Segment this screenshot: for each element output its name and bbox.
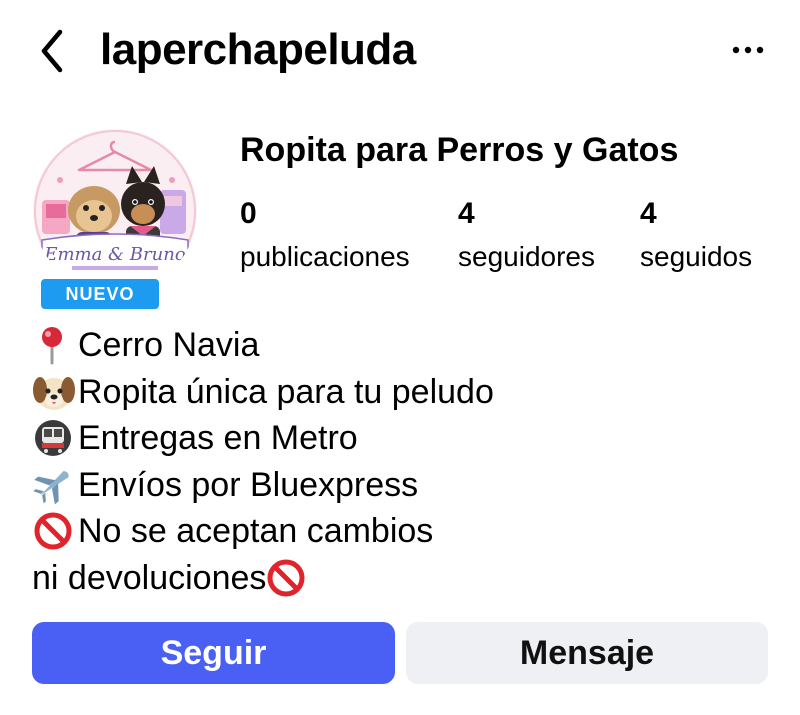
back-button[interactable]	[30, 26, 76, 76]
following-count: 4	[640, 197, 657, 230]
posts-stat[interactable]: 0 publicaciones	[240, 196, 410, 274]
bio-line-tagline: Ropita única para tu peludo	[32, 369, 772, 416]
bio-text: Envíos por Bluexpress	[78, 465, 419, 504]
profile-username: laperchapeluda	[100, 25, 416, 74]
followers-count: 4	[458, 197, 475, 230]
bio-text: ni devoluciones	[32, 558, 267, 597]
airplane-icon	[32, 465, 78, 505]
bio-line-shipping: Envíos por Bluexpress	[32, 462, 772, 509]
bio-text: Cerro Navia	[78, 326, 260, 365]
profile-avatar[interactable]: Emma & Bruno	[32, 128, 198, 294]
posts-count: 0	[240, 197, 257, 230]
bio-line-location: Cerro Navia	[32, 322, 772, 369]
profile-avatar-logo: Emma & Bruno	[33, 129, 197, 293]
profile-header: laperchapeluda	[0, 0, 800, 100]
chevron-left-icon	[30, 26, 76, 76]
dog-face-icon	[32, 372, 78, 412]
profile-bio: Cerro Navia Ropita única para tu peludo	[32, 322, 772, 601]
bio-line-policy: No se aceptan cambios	[32, 508, 772, 555]
posts-label: publicaciones	[240, 241, 410, 272]
prohibited-icon	[32, 511, 78, 551]
message-button[interactable]: Mensaje	[406, 622, 768, 684]
profile-display-name: Ropita para Perros y Gatos	[240, 131, 679, 169]
bio-text: Entregas en Metro	[78, 419, 358, 458]
bio-line-delivery: Entregas en Metro	[32, 415, 772, 462]
followers-label: seguidores	[458, 241, 595, 272]
bio-text: Ropita única para tu peludo	[78, 372, 494, 411]
metro-icon	[32, 418, 78, 458]
follow-button[interactable]: Seguir	[32, 622, 395, 684]
round-pushpin-icon	[32, 325, 78, 365]
following-stat[interactable]: 4 seguidos	[640, 196, 752, 274]
prohibited-icon	[266, 558, 306, 598]
following-label: seguidos	[640, 241, 753, 272]
followers-stat[interactable]: 4 seguidores	[458, 196, 595, 274]
bio-text: No se aceptan cambios	[78, 512, 434, 551]
avatar-logo-text: Emma & Bruno	[43, 244, 185, 265]
more-horizontal-icon	[720, 46, 776, 74]
more-options-button[interactable]	[720, 30, 776, 70]
new-badge: NUEVO	[38, 276, 162, 312]
bio-line-policy-cont: ni devoluciones	[32, 555, 772, 602]
